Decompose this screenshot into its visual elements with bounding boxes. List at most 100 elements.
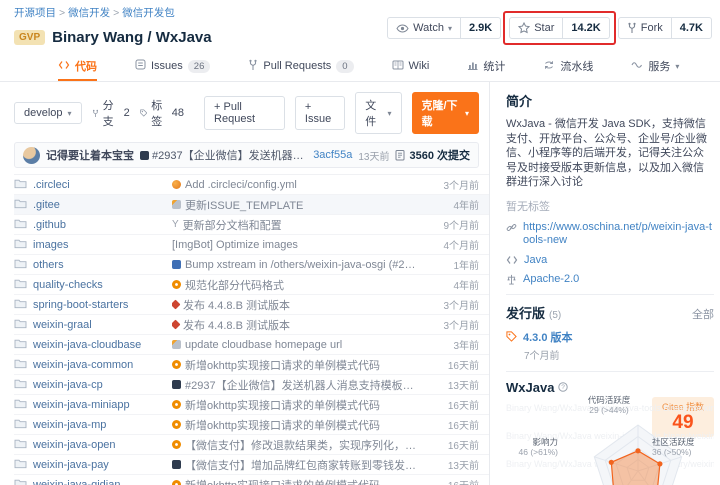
file-name-link[interactable]: .circleci	[14, 178, 172, 192]
tab-统计[interactable]: 统计	[467, 55, 505, 81]
pull-request-button[interactable]: + Pull Request	[204, 96, 285, 130]
file-name-link[interactable]: images	[14, 238, 172, 252]
link-icon	[506, 223, 517, 231]
radar-axis-label: 代码活跃度 29 (>44%)	[587, 394, 631, 415]
star-button-group: Star 14.2K	[509, 17, 610, 39]
commit-message-link[interactable]: #2937【企业微信】发送机器人消息支持模板卡片消息，客服消息支持以客...	[172, 377, 421, 393]
tab-Pull Requests[interactable]: Pull Requests 0	[248, 55, 354, 81]
file-name-link[interactable]: weixin-graal	[14, 318, 172, 332]
commits-count[interactable]: 3560 次提交	[395, 147, 470, 163]
releases-all-link[interactable]: 全部	[692, 306, 714, 322]
fork-emoji-icon: Y	[172, 219, 179, 230]
commit-date: 13天前	[447, 461, 479, 472]
file-menu-button[interactable]: 文件 ▾	[355, 92, 402, 134]
commit-message-link[interactable]: 新增okhttp实现接口请求的单例模式代码	[172, 417, 421, 433]
tag-icon	[140, 109, 148, 117]
commit-date: 3年前	[453, 341, 479, 352]
tab-label: 代码	[75, 61, 97, 73]
file-name-link[interactable]: weixin-java-pay	[14, 458, 172, 472]
issues-icon	[135, 59, 146, 73]
file-name-link[interactable]: weixin-java-open	[14, 438, 172, 452]
no-tags-label: 暂无标签	[506, 200, 550, 213]
breadcrumb-link-projects[interactable]: 开源项目	[14, 7, 56, 19]
tab-服务[interactable]: 服务 ▾	[631, 55, 679, 81]
file-name-link[interactable]: others	[14, 258, 172, 272]
commit-message-link[interactable]: Y 更新部分文档和配置	[172, 217, 421, 233]
homepage-link[interactable]: https://www.oschina.net/p/weixin-java-to…	[506, 221, 714, 247]
file-name-link[interactable]: .gitee	[14, 198, 172, 212]
commit-message-link[interactable]: update cloudbase homepage url	[172, 339, 421, 351]
table-row: quality-checks 规范化部分代码格式 4年前	[14, 275, 489, 295]
tab-label: Issues	[151, 60, 183, 72]
info-icon[interactable]: ?	[558, 382, 569, 392]
branches-count[interactable]: 分支 2	[92, 97, 130, 129]
code-icon	[58, 60, 70, 73]
watch-button[interactable]: Watch ▾	[388, 18, 460, 38]
file-name-link[interactable]: weixin-java-mp	[14, 418, 172, 432]
commit-date: 16天前	[447, 441, 479, 452]
table-row: weixin-java-common 新增okhttp实现接口请求的单例模式代码 1…	[14, 355, 489, 375]
commit-message[interactable]: #2937【企业微信】发送机器人消息支持模板卡片消息，客服消息支持以客服...	[140, 147, 307, 163]
commit-message-link[interactable]: Add .circleci/config.yml	[172, 179, 421, 191]
swirl-emoji-icon	[172, 400, 181, 409]
commit-message-link[interactable]: 规范化部分代码格式	[172, 277, 421, 293]
fork-button[interactable]: Fork	[619, 18, 671, 38]
breadcrumb-link-wechat-sdk[interactable]: 微信开发包	[122, 7, 175, 19]
tab-代码[interactable]: 代码	[58, 55, 97, 81]
commit-message-link[interactable]: 新增okhttp实现接口请求的单例模式代码	[172, 357, 421, 373]
file-name-link[interactable]: weixin-java-miniapp	[14, 398, 172, 412]
issue-button[interactable]: + Issue	[294, 96, 346, 130]
table-row: others Bump xstream in /others/weixin-jav…	[14, 255, 489, 275]
releases-title: 发行版	[506, 305, 546, 321]
tags-count[interactable]: 标签 48	[140, 97, 184, 129]
tab-Wiki[interactable]: Wiki	[392, 55, 429, 81]
commit-date: 1年前	[453, 261, 479, 272]
commit-message-link[interactable]: 发布 4.4.8.B 测试版本	[172, 297, 421, 313]
commit-message-link[interactable]: Bump xstream in /others/weixin-java-osgi…	[172, 259, 421, 271]
file-name-link[interactable]: weixin-java-cp	[14, 378, 172, 392]
folder-icon	[14, 298, 27, 312]
branch-selector[interactable]: develop ▾	[14, 102, 82, 124]
breadcrumb-link-wechat-dev[interactable]: 微信开发	[68, 7, 110, 19]
commit-message-link[interactable]: 新增okhttp实现接口请求的单例模式代码	[172, 397, 421, 413]
star-count[interactable]: 14.2K	[562, 18, 608, 38]
chevron-down-icon: ▾	[387, 108, 392, 118]
table-row: .github Y 更新部分文档和配置 9个月前	[14, 215, 489, 235]
watch-count[interactable]: 2.9K	[459, 18, 500, 38]
file-name-link[interactable]: weixin-java-qidian	[14, 478, 172, 485]
release-item[interactable]: 4.3.0 版本	[506, 329, 714, 345]
folder-icon	[14, 178, 27, 192]
star-icon	[518, 22, 531, 34]
star-button[interactable]: Star	[510, 18, 562, 38]
license-label: Apache-2.0	[523, 272, 580, 285]
chevron-down-icon: ▾	[447, 23, 452, 33]
file-name-link[interactable]: .github	[14, 218, 172, 232]
commit-message-link[interactable]: [ImgBot] Optimize images	[172, 239, 421, 251]
commit-message-link[interactable]: 新增okhttp实现接口请求的单例模式代码	[172, 477, 421, 485]
clone-download-button[interactable]: 克隆/下载 ▾	[411, 92, 479, 134]
tab-label: Pull Requests	[263, 60, 332, 72]
commit-message-link[interactable]: 【微信支付】增加品牌红包商家转账到零钱发放、查询批次、查询明细等接...	[172, 457, 421, 473]
tab-Issues[interactable]: Issues 26	[135, 55, 211, 81]
language-link[interactable]: Java	[506, 254, 714, 266]
commit-hash[interactable]: 3acf55a	[313, 149, 352, 161]
commit-message-link[interactable]: 【微信支付】修改退款结果类，实现序列化，解决rpc调用报错；【开放平...	[172, 437, 421, 453]
commit-author[interactable]: 记得要让着本宝宝	[46, 147, 134, 163]
breadcrumb-separator: >	[113, 7, 120, 19]
file-name-link[interactable]: weixin-java-common	[14, 358, 172, 372]
tab-流水线[interactable]: 流水线	[543, 55, 593, 81]
fork-icon	[628, 22, 636, 33]
license-link[interactable]: Apache-2.0	[506, 273, 714, 285]
commit-message-link[interactable]: 发布 4.4.8.B 测试版本	[172, 317, 421, 333]
pencil-emoji-icon	[172, 340, 181, 349]
repo-tabbar: 代码 Issues 26 Pull Requests 0 Wiki 统计 流水线 服务 ▾	[0, 55, 720, 82]
commit-date: 9个月前	[443, 221, 479, 232]
file-name-link[interactable]: quality-checks	[14, 278, 172, 292]
tag-icon	[506, 331, 517, 342]
fork-button-group: Fork 4.7K	[617, 17, 712, 39]
commit-message-link[interactable]: 更新ISSUE_TEMPLATE	[172, 197, 421, 213]
file-name-link[interactable]: weixin-java-cloudbase	[14, 338, 172, 352]
fork-count[interactable]: 4.7K	[670, 18, 711, 38]
file-name-link[interactable]: spring-boot-starters	[14, 298, 172, 312]
avatar[interactable]	[23, 146, 40, 164]
